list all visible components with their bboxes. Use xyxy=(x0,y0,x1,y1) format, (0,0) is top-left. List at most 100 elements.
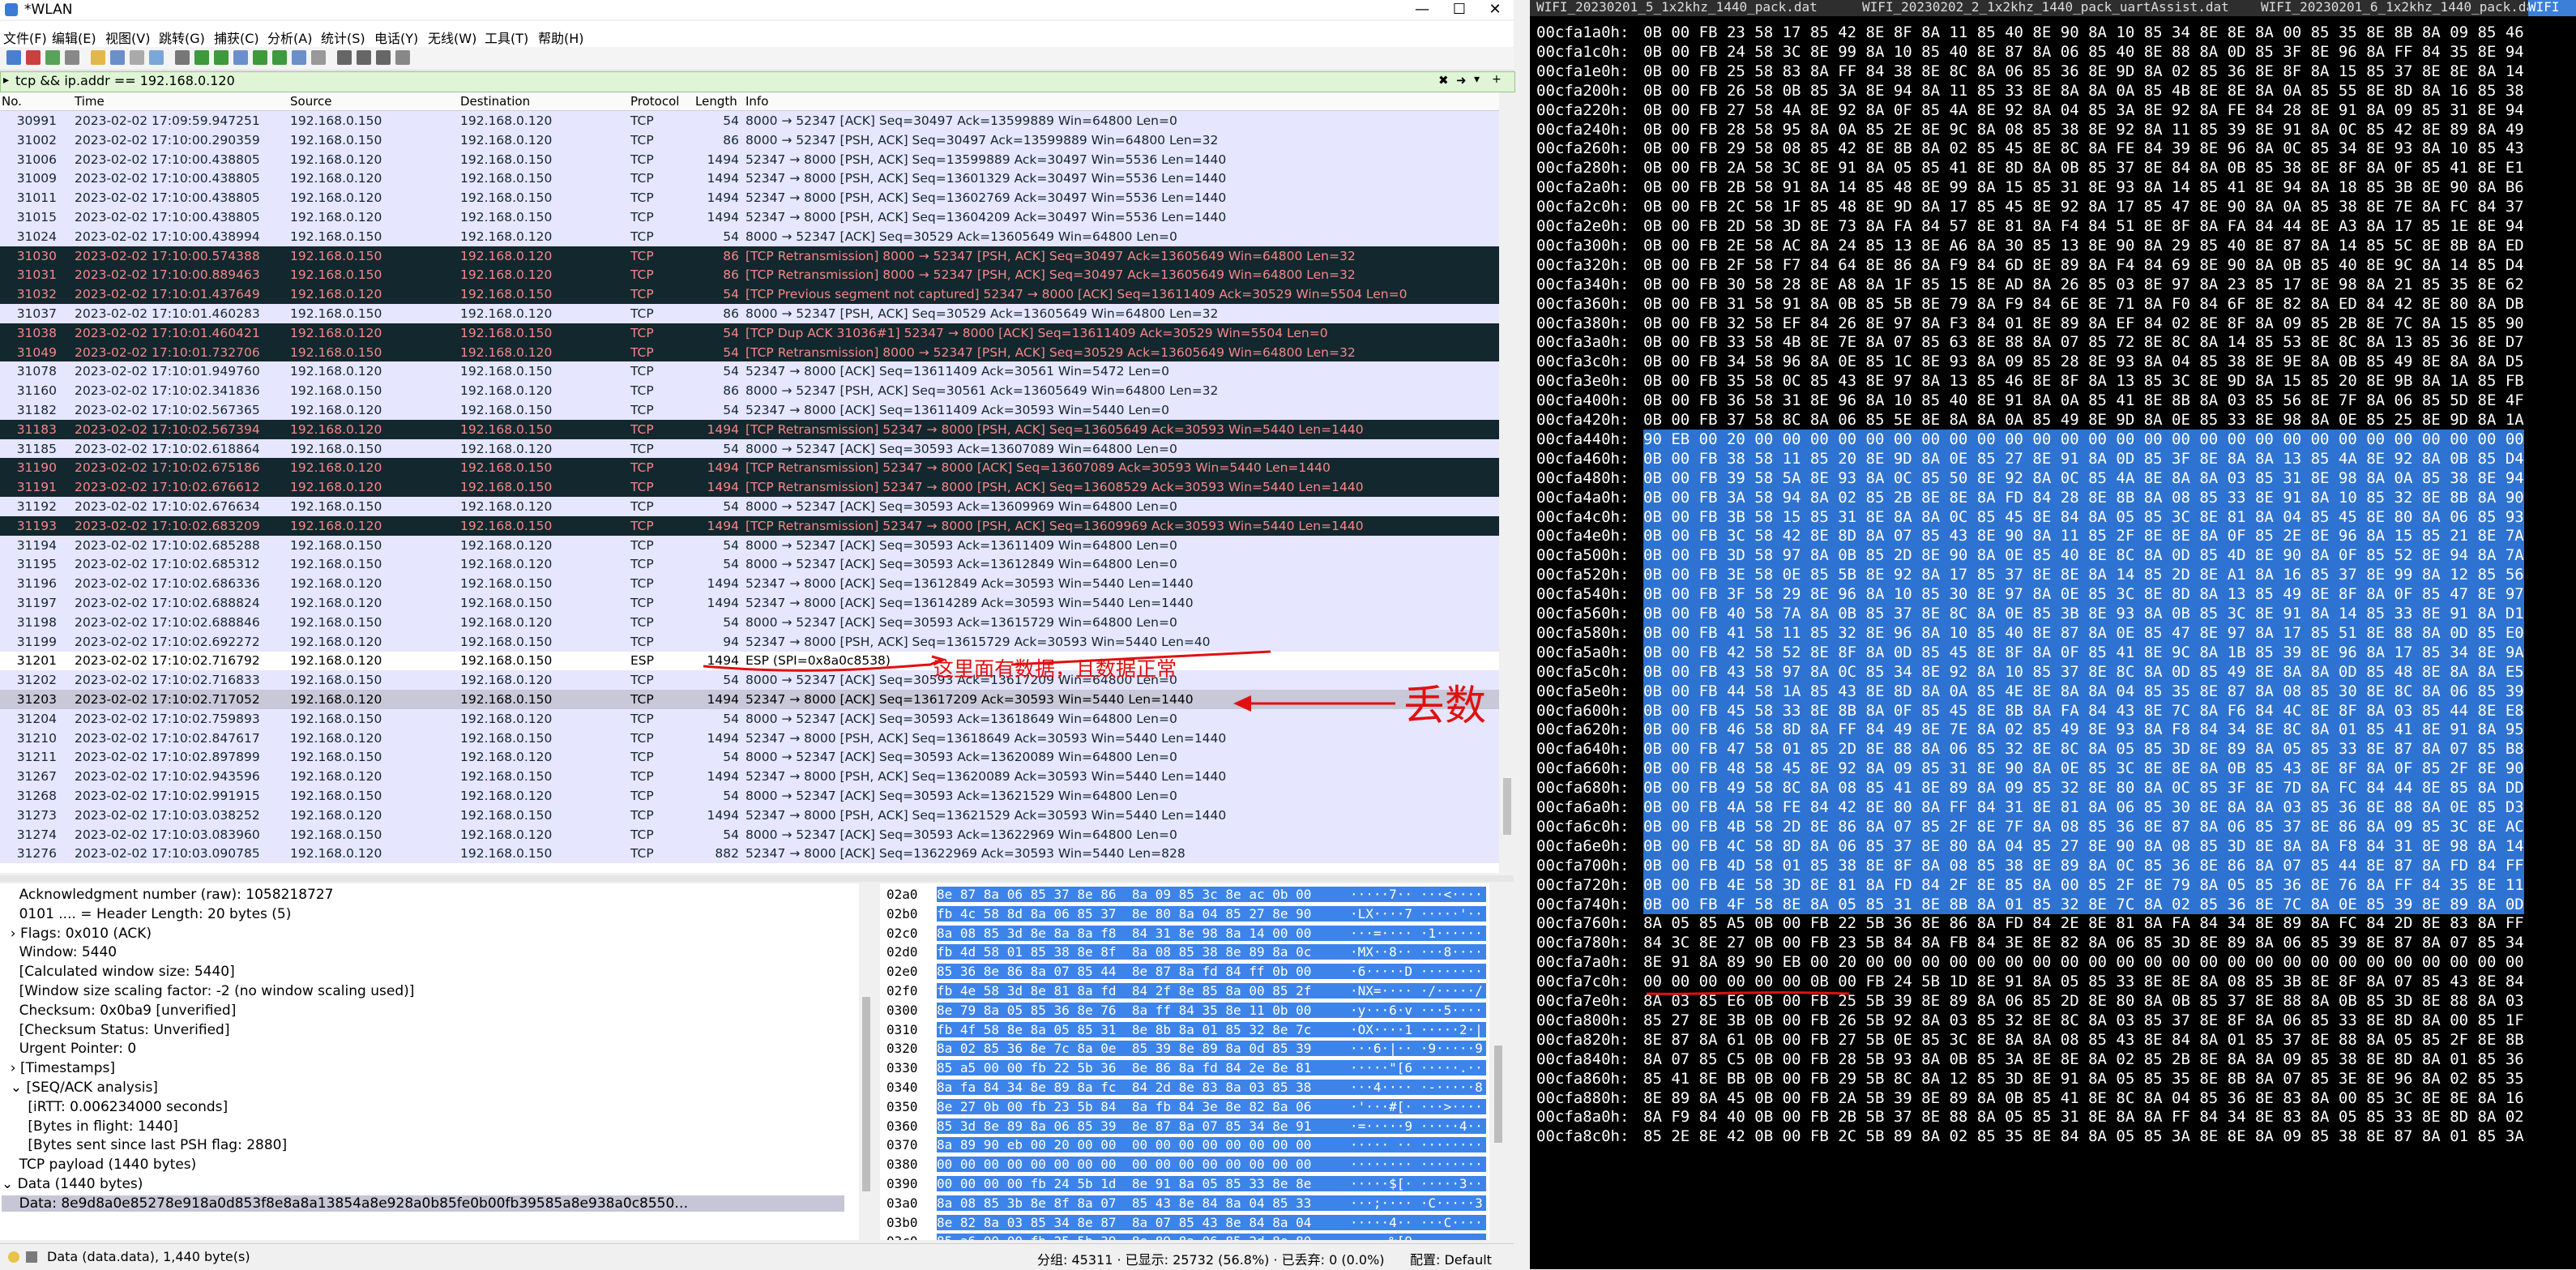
file-tab[interactable]: WIFI_20230201_6_1x2khz_1440_pack.dat xyxy=(2261,0,2542,16)
hex-row[interactable]: 00cfa5c0h: 0B 00 FB 43 58 97 8A 0C 85 34 … xyxy=(1530,661,2576,682)
packet-row[interactable]: 31015 2023-02-02 17:10:00.438805 192.168.0… xyxy=(0,207,1499,227)
packet-row[interactable]: 31030 2023-02-02 17:10:00.574388 192.168.0… xyxy=(0,246,1499,266)
hex-row[interactable]: 00cfa640h: 0B 00 FB 47 58 01 85 2D 8E 88 … xyxy=(1530,739,2576,759)
hex-row[interactable]: 00cfa380h: 0B 00 FB 32 58 EF 84 26 8E 97 … xyxy=(1530,314,2576,333)
menu-capture[interactable]: 捕获(C) xyxy=(214,28,259,47)
packet-row[interactable]: 30991 2023-02-02 17:09:59.947251 192.168.0… xyxy=(0,111,1499,130)
capture-options-icon[interactable] xyxy=(65,50,79,65)
hex-row[interactable]: 00cfa4a0h: 0B 00 FB 3A 58 94 8A 02 85 2B … xyxy=(1530,487,2576,507)
menu-go[interactable]: 跳转(G) xyxy=(159,28,205,47)
first-packet-icon[interactable] xyxy=(253,50,267,65)
detail-line[interactable]: › Flags: 0x010 (ACK) xyxy=(2,926,152,942)
packet-row[interactable]: 31192 2023-02-02 17:10:02.676634 192.168.0… xyxy=(0,497,1499,516)
packet-row[interactable]: 31032 2023-02-02 17:10:01.437649 192.168.0… xyxy=(0,284,1499,305)
hex-row[interactable]: 00cfa280h: 0B 00 FB 2A 58 3C 8E 91 8A 05 … xyxy=(1530,158,2576,177)
packet-row[interactable]: 31037 2023-02-02 17:10:01.460283 192.168.0… xyxy=(0,304,1499,323)
reload-icon[interactable] xyxy=(149,50,164,65)
hex-row[interactable]: 00cfa600h: 0B 00 FB 45 58 33 8E 8B 8A 0F … xyxy=(1530,700,2576,721)
packet-row[interactable]: 31011 2023-02-02 17:10:00.438805 192.168.0… xyxy=(0,188,1499,208)
resize-columns-icon[interactable] xyxy=(395,50,410,65)
packet-row[interactable]: 31049 2023-02-02 17:10:01.732706 192.168.0… xyxy=(0,342,1499,362)
hex-row[interactable]: 00cfa840h: 8A 07 85 C5 0B 00 FB 28 5B 93 … xyxy=(1530,1050,2576,1069)
scrollbar-thumb[interactable] xyxy=(862,997,870,1191)
hex-row[interactable]: 00cfa1e0h: 0B 00 FB 25 58 83 8A FF 84 38 … xyxy=(1530,62,2576,81)
hex-row[interactable]: 00cfa8c0h: 85 2E 8E 42 0B 00 FB 2C 5B 89 … xyxy=(1530,1127,2576,1146)
packet-row[interactable]: 31267 2023-02-02 17:10:02.943596 192.168.0… xyxy=(0,767,1499,787)
detail-line[interactable]: [Window size scaling factor: -2 (no wind… xyxy=(2,983,415,999)
detail-line[interactable]: Checksum: 0x0ba9 [unverified] xyxy=(2,1003,237,1019)
display-filter-input[interactable]: tcp && ip.addr == 192.168.0.120 xyxy=(15,73,235,88)
packet-row[interactable]: 31038 2023-02-02 17:10:01.460421 192.168.0… xyxy=(0,323,1499,343)
detail-line[interactable]: [iRTT: 0.006234000 seconds] xyxy=(2,1099,228,1115)
hex-row[interactable]: 00cfa6e0h: 0B 00 FB 4C 58 8D 8A 06 85 37 … xyxy=(1530,836,2576,856)
hex-row[interactable]: 00cfa2c0h: 0B 00 FB 2C 58 1F 85 48 8E 9D … xyxy=(1530,197,2576,216)
filter-dropdown-icon[interactable]: ▾ xyxy=(1474,73,1480,86)
hex-row[interactable]: 00cfa8a0h: 8A F9 84 40 0B 00 FB 2B 5B 37 … xyxy=(1530,1107,2576,1127)
detail-line[interactable]: › [Timestamps] xyxy=(2,1060,115,1076)
hex-row[interactable]: 00cfa2e0h: 0B 00 FB 2D 58 3D 8E 73 8A FA … xyxy=(1530,216,2576,236)
col-header-length[interactable]: Length xyxy=(695,94,737,109)
hex-row[interactable]: 00cfa5a0h: 0B 00 FB 42 58 52 8E 8F 8A 0D … xyxy=(1530,642,2576,662)
packet-row[interactable]: 31194 2023-02-02 17:10:02.685288 192.168.0… xyxy=(0,535,1499,555)
hex-row[interactable]: 00cfa660h: 0B 00 FB 48 58 45 8E 92 8A 09 … xyxy=(1530,759,2576,779)
go-forward-icon[interactable] xyxy=(214,50,229,65)
packet-row[interactable]: 31190 2023-02-02 17:10:02.675186 192.168.0… xyxy=(0,458,1499,478)
hex-row[interactable]: 00cfa760h: 8A 05 85 A5 0B 00 FB 22 5B 36 … xyxy=(1530,913,2576,933)
packet-row[interactable]: 31197 2023-02-02 17:10:02.688824 192.168.0… xyxy=(0,593,1499,613)
autoscroll-icon[interactable] xyxy=(292,50,306,65)
pane-splitter[interactable] xyxy=(0,875,1514,882)
open-file-icon[interactable] xyxy=(91,50,105,65)
packet-row[interactable]: 31193 2023-02-02 17:10:02.683209 192.168.0… xyxy=(0,515,1499,536)
detail-line[interactable]: TCP payload (1440 bytes) xyxy=(2,1157,197,1173)
apply-filter-icon[interactable]: ➜ xyxy=(1456,73,1467,88)
hex-row[interactable]: 00cfa4e0h: 0B 00 FB 3C 58 42 8E 8D 8A 07 … xyxy=(1530,526,2576,546)
file-tab[interactable]: WIFI_20230202_2_1x2khz_1440_pack_uartAss… xyxy=(1862,0,2229,16)
packet-row[interactable]: 31195 2023-02-02 17:10:02.685312 192.168.0… xyxy=(0,554,1499,575)
clear-filter-icon[interactable]: ✖ xyxy=(1438,73,1449,88)
hex-row[interactable]: 00cfa3c0h: 0B 00 FB 34 58 96 8A 0E 85 1C … xyxy=(1530,352,2576,371)
hex-row[interactable]: 00cfa300h: 0B 00 FB 2E 58 AC 8A 24 85 13 … xyxy=(1530,236,2576,255)
hex-row[interactable]: 00cfa400h: 0B 00 FB 36 58 31 8E 96 8A 10 … xyxy=(1530,391,2576,410)
hex-row[interactable]: 00cfa820h: 8E 87 8A 61 0B 00 FB 27 5B 0E … xyxy=(1530,1030,2576,1050)
hex-row[interactable]: 00cfa740h: 0B 00 FB 4F 58 8E 8A 05 85 31 … xyxy=(1530,894,2576,914)
detail-line[interactable]: [Bytes in flight: 1440] xyxy=(2,1118,177,1135)
packet-row[interactable]: 31274 2023-02-02 17:10:03.083960 192.168.0… xyxy=(0,824,1499,845)
add-filter-button-icon[interactable]: + xyxy=(1492,73,1502,86)
display-filter-bar[interactable]: ▸ tcp && ip.addr == 192.168.0.120 ✖ ➜ ▾ … xyxy=(0,71,1515,92)
packet-row[interactable]: 31006 2023-02-02 17:10:00.438805 192.168.0… xyxy=(0,149,1499,169)
detail-line[interactable]: ⌄ [SEQ/ACK analysis] xyxy=(2,1080,158,1096)
packet-row[interactable]: 31210 2023-02-02 17:10:02.847617 192.168.0… xyxy=(0,728,1499,748)
zoom-out-icon[interactable] xyxy=(357,50,371,65)
menu-statistics[interactable]: 统计(S) xyxy=(321,28,365,47)
detail-line[interactable]: [Calculated window size: 5440] xyxy=(2,964,235,980)
scrollbar-thumb[interactable] xyxy=(1494,1046,1502,1143)
hex-row[interactable]: 00cfa420h: 0B 00 FB 37 58 8C 8A 06 85 5E … xyxy=(1530,410,2576,430)
hex-row[interactable]: 00cfa6c0h: 0B 00 FB 4B 58 2D 8E 86 8A 07 … xyxy=(1530,816,2576,836)
packet-row[interactable]: 31268 2023-02-02 17:10:02.991915 192.168.0… xyxy=(0,786,1499,806)
file-tab[interactable]: WIFI_20230201_5_1x2khz_1440_pack.dat xyxy=(1536,0,1818,16)
packet-row[interactable]: 31160 2023-02-02 17:10:02.341836 192.168.0… xyxy=(0,381,1499,401)
menu-analyze[interactable]: 分析(A) xyxy=(267,28,312,47)
packet-row[interactable]: 31183 2023-02-02 17:10:02.567394 192.168.0… xyxy=(0,419,1499,439)
col-header-protocol[interactable]: Protocol xyxy=(630,94,679,109)
detail-line[interactable]: Window: 5440 xyxy=(2,944,117,960)
bytes-scrollbar[interactable] xyxy=(1491,883,1506,1240)
detail-line[interactable]: ⌄ Data (1440 bytes) xyxy=(2,1176,143,1192)
packet-row[interactable]: 31276 2023-02-02 17:10:03.090785 192.168.0… xyxy=(0,844,1499,864)
hex-row[interactable]: 00cfa700h: 0B 00 FB 4D 58 01 85 38 8E 8F … xyxy=(1530,855,2576,875)
stop-capture-icon[interactable] xyxy=(26,50,41,65)
hex-row[interactable]: 00cfa7a0h: 8E 91 8A 89 90 EB 00 20 00 00 … xyxy=(1530,952,2576,972)
menu-help[interactable]: 帮助(H) xyxy=(538,28,584,47)
menu-telephony[interactable]: 电话(Y) xyxy=(374,28,418,47)
hex-row[interactable]: 00cfa240h: 0B 00 FB 28 58 95 8A 0A 85 2E … xyxy=(1530,120,2576,139)
start-capture-icon[interactable] xyxy=(6,50,21,65)
packet-row[interactable]: 31273 2023-02-02 17:10:03.038252 192.168.0… xyxy=(0,805,1499,825)
hex-row[interactable]: 00cfa440h: 90 EB 00 20 00 00 00 00 00 00 … xyxy=(1530,429,2576,449)
packet-row[interactable]: 31002 2023-02-02 17:10:00.290359 192.168.0… xyxy=(0,130,1499,150)
hex-row[interactable]: 00cfa800h: 85 27 8E 3B 0B 00 FB 26 5B 92 … xyxy=(1530,1011,2576,1030)
hex-row[interactable]: 00cfa560h: 0B 00 FB 40 58 7A 8A 0B 85 37 … xyxy=(1530,604,2576,623)
detail-line[interactable]: Urgent Pointer: 0 xyxy=(2,1041,137,1057)
hex-row[interactable]: 00cfa880h: 8E 89 8A 45 0B 00 FB 2A 5B 39 … xyxy=(1530,1088,2576,1108)
hex-row[interactable]: 00cfa480h: 0B 00 FB 39 58 5A 8E 93 8A 0C … xyxy=(1530,468,2576,488)
maximize-button[interactable]: ☐ xyxy=(1441,0,1478,19)
